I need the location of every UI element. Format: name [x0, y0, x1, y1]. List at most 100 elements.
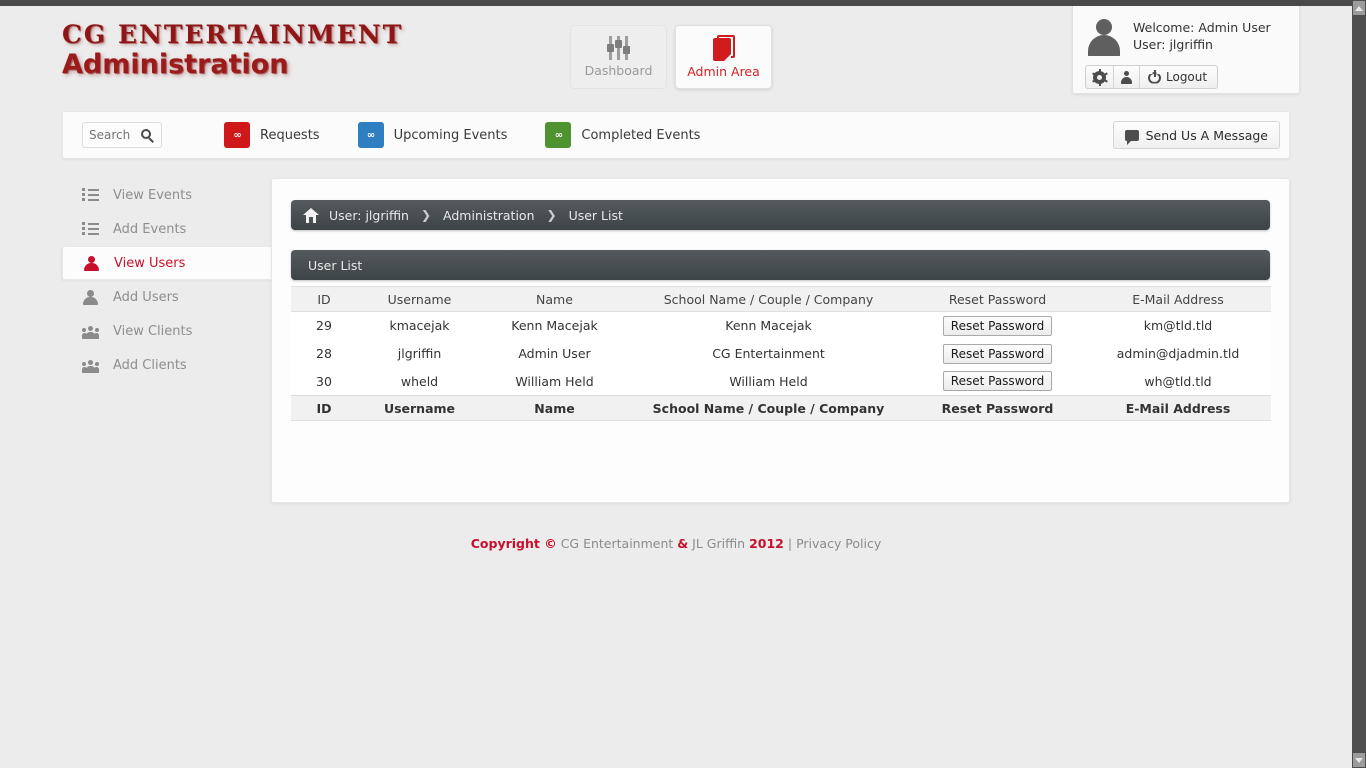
stat-upcoming-events[interactable]: ∞ Upcoming Events	[357, 122, 507, 148]
search-icon[interactable]	[141, 128, 154, 142]
cell-name: William Held	[482, 367, 627, 396]
sliders-icon	[606, 36, 632, 60]
cell-school: William Held	[627, 367, 910, 396]
cell-id: 29	[291, 311, 357, 340]
footer-ampersand: &	[677, 536, 689, 551]
cell-reset: Reset Password	[910, 339, 1085, 368]
tab-dashboard[interactable]: Dashboard	[570, 25, 667, 89]
tab-dashboard-label: Dashboard	[584, 63, 653, 78]
page-icon	[712, 35, 735, 61]
completed-events-count-badge: ∞	[545, 122, 572, 148]
stat-completed-events-label: Completed Events	[581, 127, 701, 143]
user-list-table: ID Username Name School Name / Couple / …	[291, 286, 1271, 421]
tab-admin-area-label: Admin Area	[687, 64, 760, 79]
cell-username: kmacejak	[357, 311, 482, 340]
page-scrollbar[interactable]	[1352, 0, 1366, 768]
group-icon	[82, 358, 99, 373]
footer-header-username: Username	[357, 395, 482, 421]
column-header-id: ID	[291, 286, 357, 312]
stat-shortcuts: ∞ Requests ∞ Upcoming Events ∞ Completed…	[224, 122, 700, 148]
footer-divider: |	[787, 536, 793, 551]
sidebar-item-view-clients-label: View Clients	[113, 323, 193, 339]
sidebar-item-add-clients[interactable]: Add Clients	[62, 348, 272, 382]
stat-requests-label: Requests	[260, 127, 320, 143]
list-icon	[82, 221, 99, 237]
requests-count-badge: ∞	[224, 122, 250, 148]
panel-title: User List	[291, 250, 1270, 280]
home-icon[interactable]	[303, 207, 319, 223]
send-message-label: Send Us A Message	[1145, 127, 1268, 143]
account-action-buttons: Logout	[1085, 65, 1219, 89]
main-nav-tabs: Dashboard Admin Area	[570, 25, 772, 89]
cell-school: CG Entertainment	[627, 339, 910, 368]
footer-company: CG Entertainment	[560, 536, 674, 551]
site-logo[interactable]: CG ENTERTAINMENT Administration	[62, 22, 492, 80]
column-header-email: E-Mail Address	[1085, 286, 1271, 312]
chevron-right-icon: ❯	[420, 208, 432, 222]
cell-name: Admin User	[482, 339, 627, 368]
privacy-policy-link[interactable]: Privacy Policy	[796, 536, 881, 551]
avatar-icon	[1085, 16, 1123, 56]
breadcrumb-item-user-list[interactable]: User List	[569, 208, 623, 223]
column-header-username: Username	[357, 286, 482, 312]
chevron-right-icon: ❯	[546, 208, 557, 222]
search-box[interactable]	[82, 122, 162, 148]
cell-email: wh@tld.tld	[1085, 367, 1271, 396]
tab-admin-area[interactable]: Admin Area	[675, 25, 772, 89]
breadcrumb-item-administration[interactable]: Administration	[443, 208, 534, 223]
cell-username: jlgriffin	[357, 339, 482, 368]
welcome-text-block: Welcome: Admin User User: jlgriffin	[1133, 16, 1271, 53]
sidebar-item-view-events[interactable]: View Events	[62, 178, 272, 212]
logo-secondary-text: Administration	[62, 49, 289, 80]
site-header: CG ENTERTAINMENT Administration Dashboar…	[0, 6, 1352, 100]
table-row: 30 wheld William Held William Held Reset…	[291, 367, 1271, 396]
group-icon	[82, 324, 99, 339]
stat-completed-events[interactable]: ∞ Completed Events	[545, 122, 700, 148]
settings-button[interactable]	[1086, 66, 1114, 88]
page-body: CG ENTERTAINMENT Administration Dashboar…	[0, 6, 1352, 768]
logo-primary-text: CG ENTERTAINMENT	[62, 20, 404, 49]
breadcrumb-item-user[interactable]: User: jlgriffin	[329, 208, 409, 223]
sidebar-item-view-users[interactable]: View Users	[62, 246, 274, 280]
cell-school: Kenn Macejak	[627, 311, 910, 340]
cell-name: Kenn Macejak	[482, 311, 627, 340]
sidebar-item-view-clients[interactable]: View Clients	[62, 314, 272, 348]
reset-password-button[interactable]: Reset Password	[942, 315, 1053, 336]
search-input[interactable]	[89, 128, 137, 142]
logout-button[interactable]: Logout	[1140, 66, 1217, 88]
cell-email: km@tld.tld	[1085, 311, 1271, 340]
footer-author: JL Griffin	[692, 536, 746, 551]
page-footer: Copyright © CG Entertainment & JL Griffi…	[0, 536, 1352, 551]
reset-password-button[interactable]: Reset Password	[942, 371, 1053, 392]
upcoming-events-count-badge: ∞	[357, 122, 384, 148]
column-header-reset-password: Reset Password	[910, 286, 1085, 312]
column-header-school: School Name / Couple / Company	[627, 286, 910, 312]
scroll-down-button[interactable]	[1353, 753, 1365, 767]
scroll-up-button[interactable]	[1353, 1, 1365, 15]
user-account-panel: Welcome: Admin User User: jlgriffin Logo…	[1072, 6, 1300, 94]
speech-bubble-icon	[1124, 129, 1139, 145]
footer-header-school: School Name / Couple / Company	[627, 395, 910, 421]
cell-id: 28	[291, 339, 357, 368]
cell-reset: Reset Password	[910, 311, 1085, 340]
cell-reset: Reset Password	[910, 367, 1085, 396]
column-header-name: Name	[482, 286, 627, 312]
profile-button[interactable]	[1114, 66, 1140, 88]
cell-email: admin@djadmin.tld	[1085, 339, 1271, 368]
username-line: User: jlgriffin	[1133, 37, 1213, 52]
sidebar-item-add-users[interactable]: Add Users	[62, 280, 272, 314]
stat-requests[interactable]: ∞ Requests	[224, 122, 320, 148]
person-icon	[83, 255, 100, 271]
sidebar-item-view-events-label: View Events	[113, 187, 192, 203]
sidebar-item-add-clients-label: Add Clients	[113, 357, 187, 373]
sidebar-nav: View Events Add Events View Users Add Us…	[62, 178, 274, 382]
power-icon	[1148, 69, 1161, 84]
gear-icon	[1091, 68, 1108, 86]
send-message-button[interactable]: Send Us A Message	[1112, 121, 1280, 149]
reset-password-button[interactable]: Reset Password	[942, 343, 1053, 364]
sidebar-item-view-users-label: View Users	[114, 255, 186, 271]
table-footer-row: ID Username Name School Name / Couple / …	[291, 395, 1271, 421]
sidebar-item-add-events-label: Add Events	[113, 221, 187, 237]
footer-header-id: ID	[291, 395, 357, 421]
sidebar-item-add-events[interactable]: Add Events	[62, 212, 272, 246]
